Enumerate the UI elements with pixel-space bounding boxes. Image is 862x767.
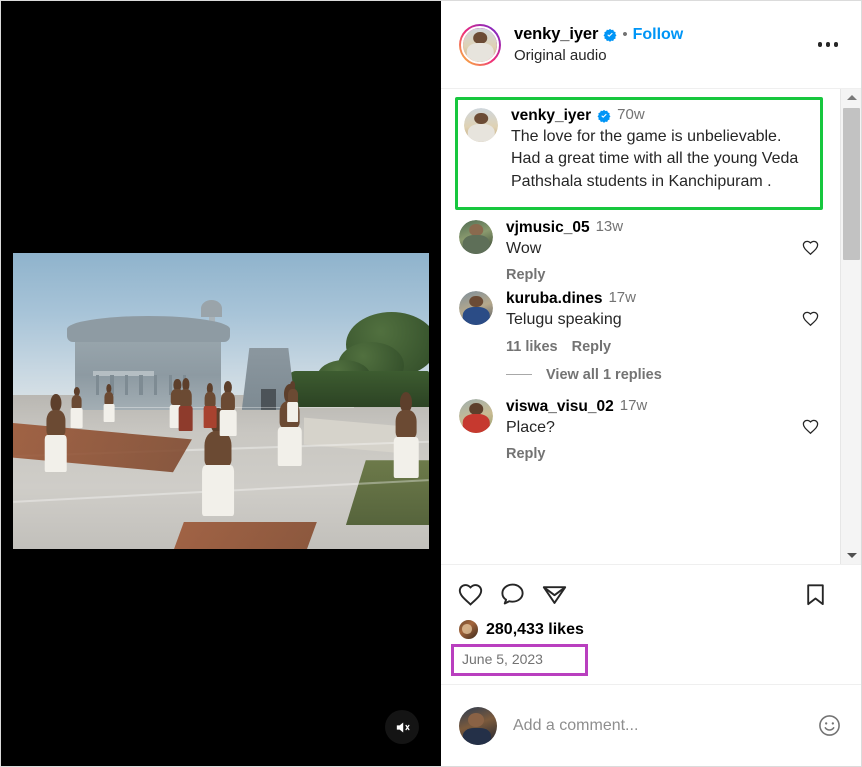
mute-toggle-button[interactable] (385, 710, 419, 744)
post-actions-block: 280,433 likes June 5, 2023 (441, 565, 861, 684)
comment-likes-count[interactable]: 11 likes (506, 339, 558, 355)
comment-text: Telugu speaking (506, 311, 622, 329)
person (70, 386, 84, 428)
comment-item: kuruba.dines 17w Telugu speaking 11 like… (459, 289, 823, 356)
like-button[interactable] (457, 573, 499, 615)
heart-icon (802, 419, 819, 434)
temple-mandapam (66, 315, 230, 410)
comments-region: venky_iyer 70w The love for the game is … (441, 89, 861, 565)
current-user-avatar (459, 706, 497, 745)
verified-badge-icon (603, 28, 617, 42)
post-date: June 5, 2023 (462, 651, 543, 667)
verified-badge-icon (597, 109, 611, 123)
post-header-text: venky_iyer • Follow Original audio (514, 25, 811, 64)
person (203, 382, 217, 428)
add-comment-bar (441, 684, 861, 766)
person (178, 378, 193, 431)
author-avatar-ring[interactable] (459, 23, 501, 66)
bookmark-icon (807, 583, 824, 605)
caption-timestamp: 70w (617, 106, 645, 124)
view-replies-button[interactable]: View all 1 replies (506, 367, 823, 383)
comment-like-button[interactable] (801, 289, 823, 356)
video-frame[interactable] (13, 253, 429, 549)
person (201, 408, 234, 517)
pillar (95, 375, 99, 396)
caption-highlight-box: venky_iyer 70w The love for the game is … (455, 97, 823, 210)
header-separator: • (622, 26, 628, 43)
comment-item: viswa_visu_02 17w Place? Reply (459, 397, 823, 464)
emoji-smiley-icon (818, 715, 840, 736)
emoji-picker-button[interactable] (815, 712, 843, 740)
person (286, 380, 299, 422)
comment-reply-button[interactable]: Reply (506, 446, 546, 462)
scrollbar-thumb[interactable] (843, 108, 860, 260)
comment-input[interactable] (513, 716, 815, 735)
instagram-post-card: venky_iyer • Follow Original audio venky… (0, 0, 862, 767)
pillar (124, 375, 129, 396)
comment-username[interactable]: viswa_visu_02 (506, 397, 614, 416)
comment-like-button[interactable] (801, 397, 823, 464)
avatar[interactable] (459, 219, 493, 254)
comments-scroll-content: venky_iyer 70w The love for the game is … (441, 89, 837, 564)
post-details-pane: venky_iyer • Follow Original audio venky… (441, 1, 861, 766)
heart-icon (802, 311, 819, 327)
share-button[interactable] (541, 573, 583, 615)
comment-username[interactable]: kuruba.dines (506, 289, 602, 308)
comment-reply-button[interactable]: Reply (572, 339, 612, 355)
comment-like-button[interactable] (801, 218, 823, 285)
mandapam-base (92, 371, 154, 376)
replies-divider-line (506, 374, 532, 376)
share-paper-plane-icon (542, 585, 567, 604)
comment-timestamp: 17w (619, 396, 648, 414)
heart-icon (458, 583, 483, 606)
author-username[interactable]: venky_iyer (514, 25, 598, 44)
person (219, 380, 237, 437)
video-player-pane[interactable] (1, 1, 441, 766)
avatar[interactable] (464, 108, 498, 142)
avatar (463, 27, 497, 62)
heart-icon (802, 240, 819, 255)
comment-bubble-icon (501, 583, 524, 604)
comment-timestamp: 17w (608, 289, 636, 307)
pillar (139, 375, 143, 396)
comment-text: Wow (506, 239, 542, 257)
more-dot (825, 42, 831, 47)
likes-count[interactable]: 280,433 likes (486, 621, 584, 639)
action-buttons-row (457, 573, 845, 615)
person (44, 393, 68, 473)
caption-username[interactable]: venky_iyer (511, 106, 591, 125)
comment-text: Place? (506, 418, 555, 436)
comments-scrollbar[interactable] (840, 89, 861, 564)
save-button[interactable] (803, 573, 845, 615)
avatar[interactable] (459, 291, 493, 326)
more-options-button[interactable] (811, 28, 845, 62)
comment-timestamp: 13w (595, 217, 624, 235)
more-dot (833, 42, 839, 47)
more-dot (817, 42, 823, 47)
scroll-up-arrow-icon[interactable] (841, 89, 861, 106)
date-highlight-box: June 5, 2023 (451, 644, 588, 676)
avatar[interactable] (459, 398, 493, 433)
comment-reply-button[interactable]: Reply (506, 267, 546, 283)
caption-text: The love for the game is unbelievable. H… (511, 128, 799, 190)
liker-avatar (458, 619, 479, 640)
person (393, 392, 419, 478)
pillar (154, 375, 158, 396)
follow-button[interactable]: Follow (633, 26, 684, 44)
post-caption: venky_iyer 70w The love for the game is … (464, 106, 812, 193)
scroll-down-arrow-icon[interactable] (841, 547, 861, 564)
comment-button[interactable] (499, 573, 541, 615)
audio-label[interactable]: Original audio (514, 47, 811, 64)
comment-item: vjmusic_05 13w Wow Reply (459, 218, 823, 285)
likes-row[interactable]: 280,433 likes (457, 619, 845, 640)
muted-speaker-icon (396, 722, 410, 732)
view-replies-label: View all 1 replies (546, 366, 662, 383)
post-header: venky_iyer • Follow Original audio (441, 1, 861, 89)
brown-mat (174, 522, 318, 549)
person (103, 384, 115, 422)
comment-username[interactable]: vjmusic_05 (506, 218, 590, 237)
